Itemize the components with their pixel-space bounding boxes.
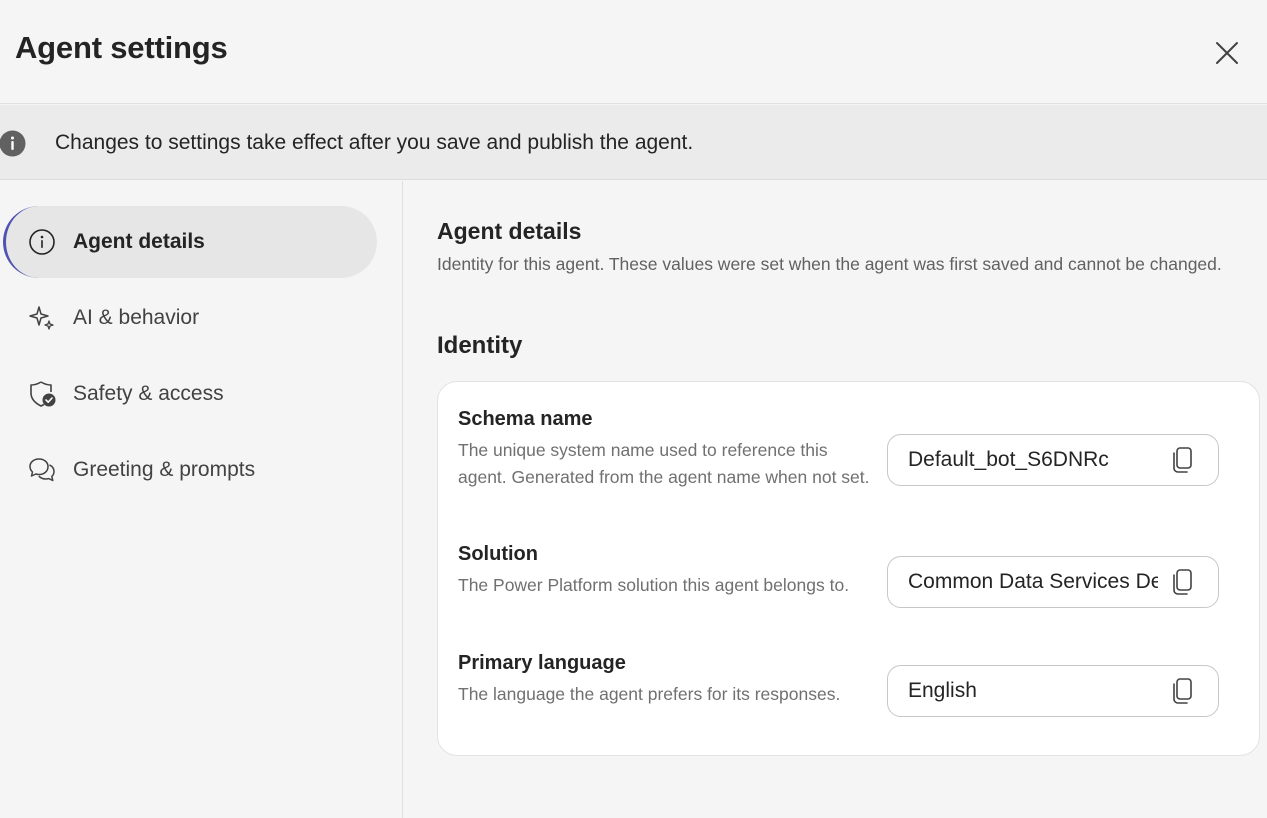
sidebar-item-label: Safety & access [73, 382, 224, 405]
identity-heading: Identity [437, 332, 523, 359]
settings-sidebar: Agent details AI & behavior Safety & acc… [0, 181, 403, 818]
field-description: The Power Platform solution this agent b… [458, 575, 850, 595]
copy-button[interactable] [1168, 567, 1198, 597]
sparkle-icon [27, 303, 57, 333]
close-icon [1216, 42, 1238, 64]
copy-icon [1173, 678, 1192, 704]
identity-card: Schema name The unique system name used … [437, 381, 1260, 756]
sidebar-item-label: AI & behavior [73, 306, 200, 329]
shield-check-icon [27, 379, 57, 409]
field-value: Default_bot_S6DNRc [908, 448, 1109, 471]
field-label: Schema name [458, 408, 593, 430]
banner-text: Changes to settings take effect after yo… [55, 131, 694, 154]
dialog-header: Agent settings [0, 0, 1267, 104]
info-banner: Changes to settings take effect after yo… [0, 105, 1267, 180]
chat-bubbles-icon [27, 455, 57, 485]
field-description: The language the agent prefers for its r… [458, 684, 841, 704]
field-description: The unique system name used to reference… [458, 440, 870, 487]
field-value: Common Data Services Default Solution [908, 570, 1158, 593]
schema-name-value[interactable]: Default_bot_S6DNRc [887, 434, 1219, 486]
sidebar-item-safety-access[interactable]: Safety & access [3, 358, 377, 430]
copy-icon [1173, 569, 1192, 595]
section-title: Agent details [437, 218, 582, 244]
dialog-title: Agent settings [15, 30, 228, 65]
section-description: Identity for this agent. These values we… [437, 254, 1222, 274]
main-content: Agent details Identity for this agent. T… [404, 181, 1267, 818]
sidebar-item-label: Agent details [73, 230, 205, 253]
sidebar-item-greeting-prompts[interactable]: Greeting & prompts [3, 434, 377, 506]
copy-button[interactable] [1168, 676, 1198, 706]
solution-value[interactable]: Common Data Services Default Solution [887, 556, 1219, 608]
copy-icon [1173, 447, 1192, 473]
info-filled-icon [0, 130, 26, 157]
sidebar-item-label: Greeting & prompts [73, 458, 256, 481]
sidebar-item-agent-details[interactable]: Agent details [3, 206, 377, 278]
close-button[interactable] [1208, 34, 1246, 72]
copy-button[interactable] [1168, 445, 1198, 475]
sidebar-item-ai-behavior[interactable]: AI & behavior [3, 282, 377, 354]
info-icon [27, 227, 57, 257]
field-value: English [908, 679, 977, 702]
primary-language-value[interactable]: English [887, 665, 1219, 717]
